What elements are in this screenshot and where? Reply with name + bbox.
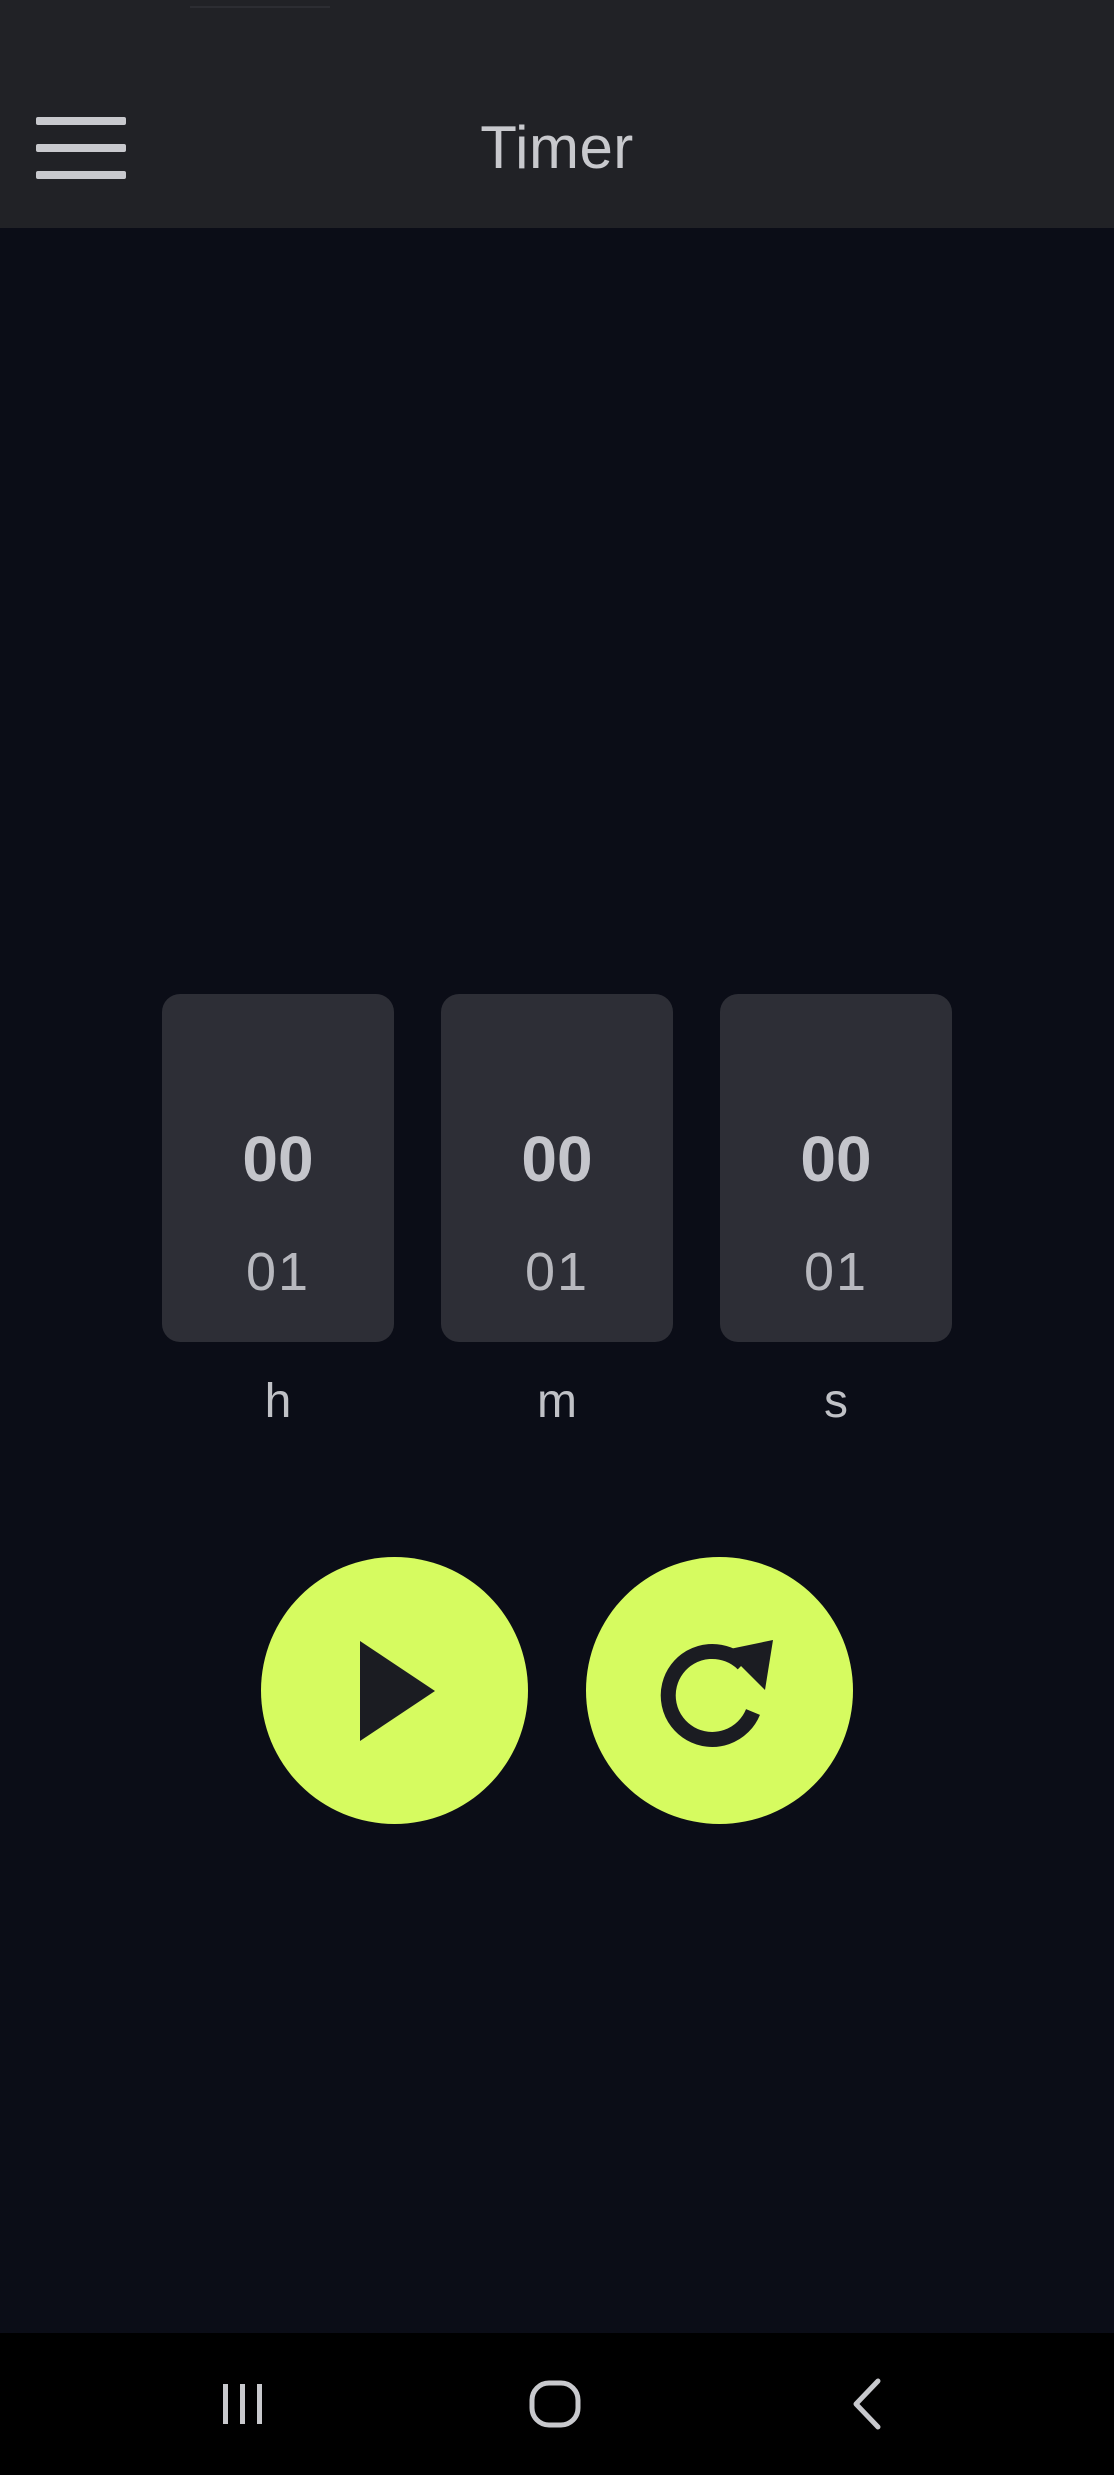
recents-icon xyxy=(223,2384,262,2424)
status-bar xyxy=(0,0,1114,60)
hours-unit-label: h xyxy=(264,1375,292,1428)
minutes-current-value: 00 xyxy=(521,1123,593,1195)
seconds-picker[interactable]: 00 01 xyxy=(720,994,952,1342)
status-bar-indicator xyxy=(190,6,330,8)
hours-picker[interactable]: 00 01 xyxy=(162,994,394,1342)
home-icon xyxy=(529,2380,581,2428)
timer-screen: Timer 00 01 h 00 01 m 00 01 s xyxy=(0,0,1114,2475)
seconds-next-value: 01 xyxy=(803,1242,869,1302)
recents-button[interactable] xyxy=(193,2369,293,2439)
hours-current-value: 00 xyxy=(242,1123,314,1195)
time-picker-row: 00 01 h 00 01 m 00 01 s xyxy=(162,994,952,1434)
back-icon xyxy=(853,2378,881,2430)
play-icon xyxy=(359,1640,435,1741)
page-title: Timer xyxy=(480,114,634,181)
back-button[interactable] xyxy=(817,2369,917,2439)
app-bar: Timer xyxy=(0,60,1114,228)
minutes-picker[interactable]: 00 01 xyxy=(441,994,673,1342)
minutes-next-value: 01 xyxy=(524,1242,590,1302)
hours-next-value: 01 xyxy=(245,1242,311,1302)
minutes-unit-label: m xyxy=(537,1375,577,1428)
seconds-unit-label: s xyxy=(824,1375,848,1428)
start-button[interactable] xyxy=(261,1557,528,1824)
home-button[interactable] xyxy=(505,2369,605,2439)
reset-icon xyxy=(660,1639,773,1747)
seconds-current-value: 00 xyxy=(800,1123,872,1195)
reset-button[interactable] xyxy=(586,1557,853,1824)
system-navigation-bar xyxy=(0,2333,1114,2475)
